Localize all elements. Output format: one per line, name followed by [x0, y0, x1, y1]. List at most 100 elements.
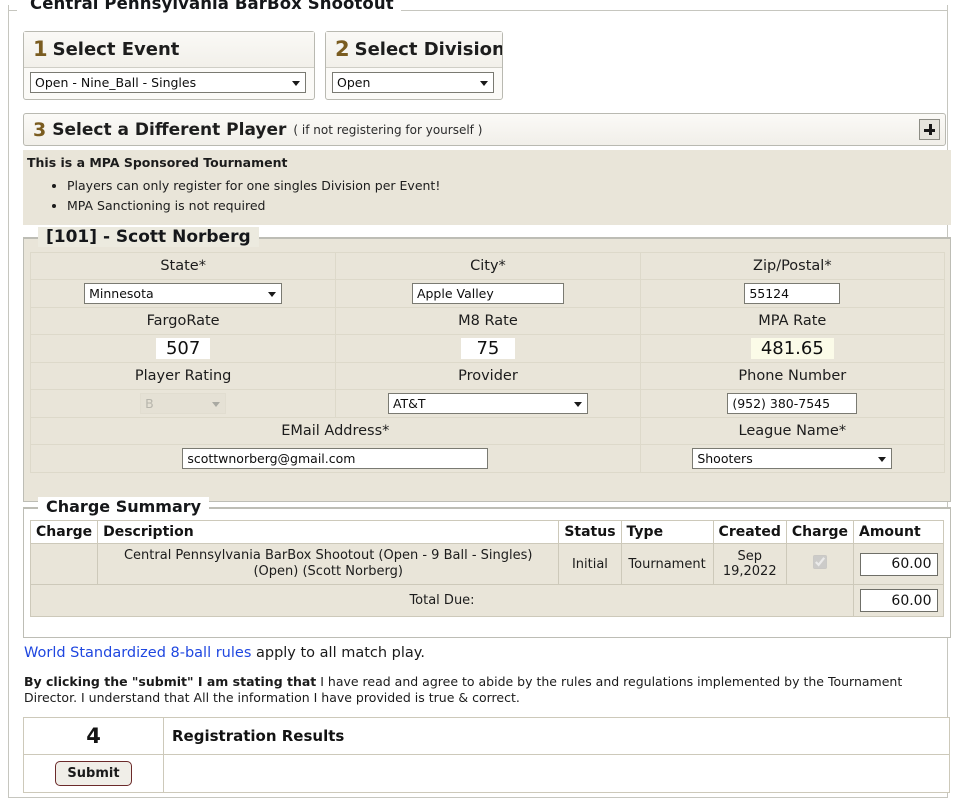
m8rate-label: M8 Rate [336, 308, 640, 335]
step-3-select-different-player[interactable]: 3 Select a Different Player ( if not reg… [23, 113, 946, 146]
col-amount: Amount [854, 521, 944, 544]
col-charge-check: Charge [786, 521, 853, 544]
registration-results-table: 4 Registration Results Submit [23, 717, 950, 793]
plus-icon[interactable] [919, 119, 940, 140]
fargorate-label: FargoRate [31, 308, 336, 335]
event-select[interactable]: Open - Nine_Ball - Singles [30, 72, 306, 93]
rules-line: World Standardized 8-ball rules apply to… [24, 645, 425, 661]
player-details-panel: [101] - Scott Norberg State* City* Zip/P… [23, 237, 951, 502]
col-charge: Charge [31, 521, 98, 544]
zip-cell [640, 280, 944, 308]
tournament-registration-panel: Central Pennsylvania BarBox Shootout 1Se… [8, 5, 948, 798]
division-select-wrap: Open [332, 72, 494, 93]
table-row: Minnesota [31, 280, 945, 308]
table-row: FargoRate M8 Rate MPA Rate [31, 308, 945, 335]
submit-button[interactable]: Submit [55, 761, 131, 786]
step-2-label: Select Division [355, 39, 502, 60]
provider-select-wrap: AT&T [388, 393, 588, 414]
step-1-label: Select Event [53, 39, 180, 60]
mpa-sponsor-notice: This is a MPA Sponsored Tournament Playe… [23, 150, 951, 225]
city-cell [336, 280, 640, 308]
row-description: Central Pennsylvania BarBox Shootout (Op… [98, 544, 559, 585]
phone-input[interactable] [727, 393, 857, 414]
table-row: 4 Registration Results [24, 718, 950, 755]
mpa-notice-list: Players can only register for one single… [27, 178, 951, 213]
col-description: Description [98, 521, 559, 544]
charge-legend-rule-right [204, 508, 950, 509]
event-select-wrap: Open - Nine_Ball - Singles [30, 72, 306, 93]
steps-row: 1Select Event Open - Nine_Ball - Singles… [23, 31, 503, 100]
player-details-table: State* City* Zip/Postal* Minnesota [30, 252, 945, 473]
provider-cell: AT&T [336, 390, 640, 418]
provider-label: Provider [336, 363, 640, 390]
row-type: Tournament [621, 544, 713, 585]
step-2-select-division: 2Select Division Open [325, 31, 503, 100]
row-created: Sep 19,2022 [713, 544, 786, 585]
player-rating-select-wrap: B [140, 393, 226, 414]
legend-rule-left [9, 10, 17, 11]
player-rating-select: B [140, 393, 226, 414]
fargorate-value: 507 [156, 338, 210, 359]
phone-cell [640, 390, 944, 418]
city-label: City* [336, 253, 640, 280]
email-cell [31, 445, 641, 473]
division-select[interactable]: Open [332, 72, 494, 93]
step-1-body: Open - Nine_Ball - Singles [24, 68, 314, 99]
row-charge-checkbox-cell [786, 544, 853, 585]
table-total-row: Total Due: [31, 585, 944, 617]
league-label: League Name* [640, 418, 944, 445]
table-row: Shooters [31, 445, 945, 473]
player-rating-label: Player Rating [31, 363, 336, 390]
table-header-row: Charge Description Status Type Created C… [31, 521, 944, 544]
zip-input[interactable] [744, 283, 840, 304]
amount-input[interactable] [860, 553, 938, 576]
step-2-header: 2Select Division [326, 32, 502, 68]
table-row: B AT&T [31, 390, 945, 418]
col-status: Status [559, 521, 621, 544]
step-3-label: Select a Different Player [52, 120, 286, 140]
total-due-label: Total Due: [31, 585, 854, 617]
step-4-label: Registration Results [164, 718, 950, 755]
provider-select[interactable]: AT&T [388, 393, 588, 414]
league-cell: Shooters [640, 445, 944, 473]
league-select[interactable]: Shooters [692, 448, 892, 469]
mparate-cell: 481.65 [640, 335, 944, 363]
table-row: 507 75 481.65 [31, 335, 945, 363]
results-cell [164, 755, 950, 793]
step-2-body: Open [326, 68, 502, 99]
table-row: EMail Address* League Name* [31, 418, 945, 445]
state-cell: Minnesota [31, 280, 336, 308]
row-amount-cell [854, 544, 944, 585]
col-type: Type [621, 521, 713, 544]
table-row: Submit [24, 755, 950, 793]
email-label: EMail Address* [31, 418, 641, 445]
m8rate-value: 75 [461, 338, 515, 359]
player-rating-cell: B [31, 390, 336, 418]
col-created: Created [713, 521, 786, 544]
step-3-number: 3 [33, 119, 46, 141]
player-name-legend: [101] - Scott Norberg [38, 227, 259, 247]
city-input[interactable] [412, 283, 564, 304]
page-title: Central Pennsylvania BarBox Shootout [23, 0, 401, 13]
player-legend-rule-left [24, 238, 38, 239]
step-1-select-event: 1Select Event Open - Nine_Ball - Singles [23, 31, 315, 100]
m8rate-cell: 75 [336, 335, 640, 363]
charge-summary-legend: Charge Summary [38, 497, 209, 516]
charge-checkbox [813, 555, 827, 569]
total-due-input[interactable] [860, 589, 938, 612]
email-input[interactable] [182, 448, 488, 469]
rules-rest-text: apply to all match play. [251, 645, 425, 661]
total-due-cell [854, 585, 944, 617]
row-charge [31, 544, 98, 585]
state-label: State* [31, 253, 336, 280]
zip-label: Zip/Postal* [640, 253, 944, 280]
league-select-wrap: Shooters [692, 448, 892, 469]
disclaimer-bold: By clicking the "submit" I am stating th… [24, 674, 316, 689]
step-1-header: 1Select Event [24, 32, 314, 68]
state-select[interactable]: Minnesota [84, 283, 282, 304]
step-2-number: 2 [335, 37, 350, 61]
step-3-note: ( if not registering for yourself ) [293, 123, 482, 137]
world-standardized-rules-link[interactable]: World Standardized 8-ball rules [24, 645, 251, 661]
mpa-notice-title: This is a MPA Sponsored Tournament [27, 155, 951, 170]
legend-rule-right [385, 10, 947, 11]
